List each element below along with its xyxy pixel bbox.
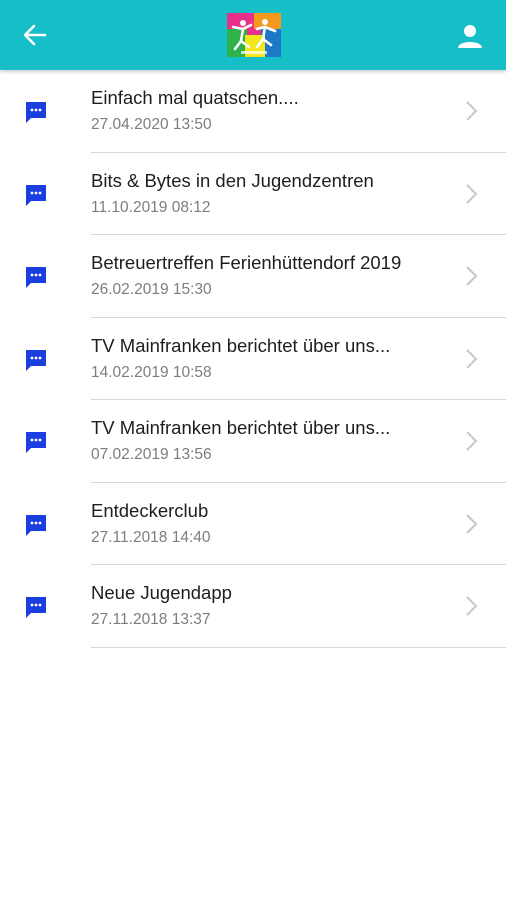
app-header	[0, 0, 506, 70]
message-title: Einfach mal quatschen....	[91, 87, 299, 108]
back-button[interactable]	[18, 20, 52, 50]
chat-icon	[26, 432, 46, 453]
chat-icon	[26, 514, 46, 536]
message-title: TV Mainfranken berichtet über uns...	[91, 334, 391, 356]
message-date: 07.02.2019 13:56	[91, 446, 212, 463]
person-icon	[458, 25, 482, 48]
chat-icon	[26, 597, 46, 618]
message-date: 14.02.2019 10:58	[91, 363, 212, 381]
chevron-right-icon	[466, 266, 478, 286]
list-item[interactable]: Bits & Bytes in den Jugendzentren 11.10.…	[0, 153, 506, 235]
message-date: 11.10.2019 08:12	[91, 198, 211, 216]
chevron-right-icon	[466, 596, 478, 616]
list-item[interactable]: Einfach mal quatschen.... 27.04.2020 13:…	[0, 70, 506, 153]
chat-icon	[26, 349, 46, 371]
divider	[91, 646, 506, 648]
message-date: 27.11.2018 13:37	[91, 611, 211, 628]
message-title: Neue Jugendapp	[91, 582, 232, 603]
arrow-left-icon	[23, 24, 47, 46]
list-item[interactable]: TV Mainfranken berichtet über uns... 14.…	[0, 318, 506, 400]
message-title: Bits & Bytes in den Jugendzentren	[91, 169, 374, 191]
list-item[interactable]: Entdeckerclub 27.11.2018 14:40	[0, 483, 506, 565]
list-item[interactable]: Neue Jugendapp 27.11.2018 13:37	[0, 565, 506, 648]
chevron-right-icon	[466, 101, 478, 121]
message-title: TV Mainfranken berichtet über uns...	[91, 417, 391, 438]
chevron-right-icon	[466, 513, 478, 534]
message-date: 27.04.2020 13:50	[91, 116, 212, 133]
chat-icon	[26, 102, 46, 123]
list-item[interactable]: Betreuertreffen Ferienhüttendorf 2019 26…	[0, 235, 506, 318]
message-title: Betreuertreffen Ferienhüttendorf 2019	[91, 252, 402, 273]
message-list: Einfach mal quatschen.... 27.04.2020 13:…	[0, 70, 506, 648]
profile-button[interactable]	[454, 20, 486, 52]
app-logo	[227, 13, 281, 57]
message-date: 26.02.2019 15:30	[91, 281, 212, 298]
chat-icon	[26, 267, 46, 288]
chevron-right-icon	[466, 431, 478, 451]
chevron-right-icon	[466, 183, 478, 204]
chat-icon	[26, 184, 46, 206]
message-title: Entdeckerclub	[91, 499, 209, 521]
message-date: 27.11.2018 14:40	[91, 528, 211, 546]
list-item[interactable]: TV Mainfranken berichtet über uns... 07.…	[0, 400, 506, 483]
chevron-right-icon	[466, 348, 478, 369]
